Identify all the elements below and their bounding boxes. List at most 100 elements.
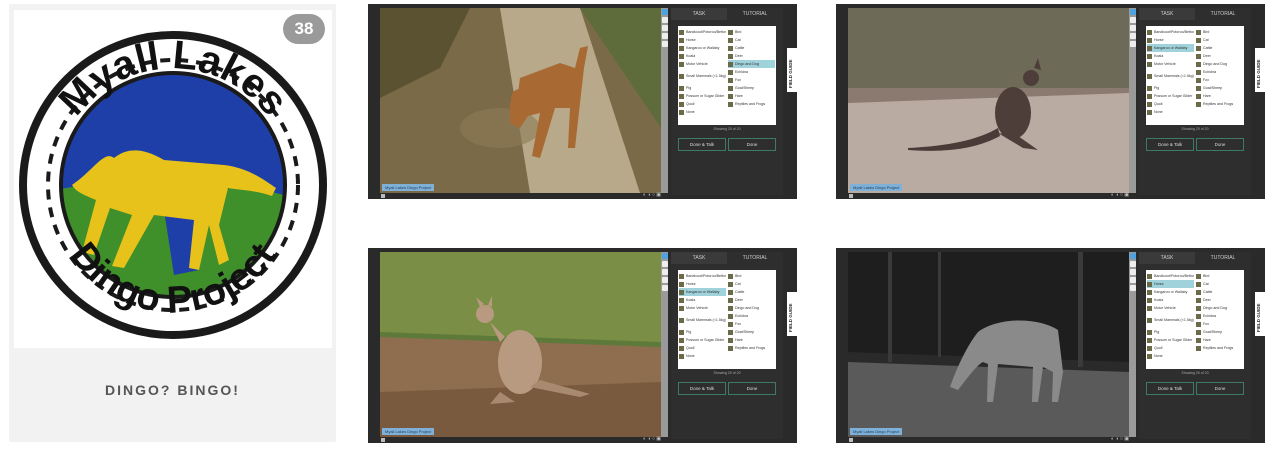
choice-item[interactable]: Echidna (728, 68, 775, 76)
choice-item[interactable]: Koala (1147, 296, 1194, 304)
zoom-in-icon[interactable] (661, 17, 668, 23)
rotate-icon[interactable] (661, 33, 668, 39)
camera-trap-photo[interactable]: Myall Lakes Dingo Project (380, 8, 661, 193)
zoom-out-icon[interactable] (661, 25, 668, 31)
choice-item[interactable]: Bandicoot/Potoroo/Bettong (1147, 272, 1194, 280)
camera-trap-photo[interactable]: Myall Lakes Dingo Project (848, 252, 1129, 437)
choice-item[interactable]: Bird (728, 272, 775, 280)
choice-item[interactable]: Hare (1196, 92, 1243, 100)
choice-item[interactable]: Hare (728, 336, 775, 344)
choice-item[interactable]: None (679, 352, 726, 360)
choice-item[interactable]: Horse (679, 280, 726, 288)
choice-item[interactable]: Fox (728, 76, 775, 84)
choice-item[interactable]: Deer (728, 52, 775, 60)
tab-task[interactable]: TASK (1139, 252, 1195, 264)
pointer-icon[interactable] (1129, 253, 1136, 259)
tab-task[interactable]: TASK (671, 252, 727, 264)
tab-tutorial[interactable]: TUTORIAL (727, 252, 783, 264)
zoom-out-icon[interactable] (1129, 269, 1136, 275)
choice-item[interactable]: Kangaroo or Wallaby (1147, 288, 1194, 296)
image-controls-icon[interactable]: ◐ ◑ ○ ▣ (1111, 192, 1129, 198)
choice-item[interactable]: Dingo and Dog (728, 60, 775, 68)
choice-item[interactable]: Goat/Sheep (1196, 328, 1243, 336)
choice-item[interactable]: Koala (679, 52, 726, 60)
choice-item[interactable]: Echidna (1196, 312, 1243, 320)
image-controls-icon[interactable]: ◐ ◑ ○ ▣ (1111, 436, 1129, 442)
choice-item[interactable]: Deer (1196, 52, 1243, 60)
choice-item[interactable]: Cattle (1196, 44, 1243, 52)
choice-item[interactable]: Bird (1196, 272, 1243, 280)
reset-icon[interactable] (1129, 41, 1136, 47)
zoom-in-icon[interactable] (661, 261, 668, 267)
reset-icon[interactable] (661, 41, 668, 47)
choice-item[interactable]: None (679, 108, 726, 116)
done-talk-button[interactable]: Done & Talk (1146, 138, 1194, 151)
choice-item[interactable]: Hare (728, 92, 775, 100)
choice-item[interactable]: Dingo and Dog (1196, 304, 1243, 312)
done-button[interactable]: Done (1196, 138, 1244, 151)
choice-item[interactable]: Small Mammals (<1.5kg) (679, 68, 726, 84)
choice-item[interactable]: Koala (679, 296, 726, 304)
field-guide-tab[interactable]: FIELD GUIDE (1255, 48, 1265, 92)
choice-item[interactable]: Reptiles and Frogs (1196, 344, 1243, 352)
choice-item[interactable]: Small Mammals (<1.5kg) (1147, 68, 1194, 84)
choice-item[interactable]: Pig (679, 328, 726, 336)
image-controls-icon[interactable]: ◐ ◑ ○ ▣ (643, 192, 661, 198)
choice-item[interactable]: Small Mammals (<1.5kg) (679, 312, 726, 328)
reset-icon[interactable] (661, 285, 668, 291)
pointer-icon[interactable] (661, 9, 668, 15)
choice-item[interactable]: Reptiles and Frogs (728, 344, 775, 352)
choice-item[interactable]: None (1147, 352, 1194, 360)
tab-tutorial[interactable]: TUTORIAL (727, 8, 783, 20)
done-talk-button[interactable]: Done & Talk (678, 138, 726, 151)
choice-item[interactable]: Reptiles and Frogs (728, 100, 775, 108)
tab-tutorial[interactable]: TUTORIAL (1195, 252, 1251, 264)
tab-tutorial[interactable]: TUTORIAL (1195, 8, 1251, 20)
choice-item[interactable]: Small Mammals (<1.5kg) (1147, 312, 1194, 328)
field-guide-tab[interactable]: FIELD GUIDE (787, 292, 797, 336)
camera-trap-photo[interactable]: Myall Lakes Dingo Project (380, 252, 661, 437)
choice-item[interactable]: Koala (1147, 52, 1194, 60)
choice-item[interactable]: Cattle (728, 44, 775, 52)
choice-item[interactable]: Echidna (728, 312, 775, 320)
choice-item[interactable]: Kangaroo or Wallaby (679, 288, 726, 296)
choice-item[interactable]: Fox (1196, 320, 1243, 328)
choice-item[interactable]: Possum or Sugar Glider (679, 336, 726, 344)
choice-item[interactable]: None (1147, 108, 1194, 116)
choice-item[interactable]: Quoll (1147, 344, 1194, 352)
choice-item[interactable]: Quoll (679, 344, 726, 352)
choice-item[interactable]: Dingo and Dog (728, 304, 775, 312)
field-guide-tab[interactable]: FIELD GUIDE (1255, 292, 1265, 336)
choice-item[interactable]: Cat (728, 280, 775, 288)
expand-icon[interactable] (849, 194, 853, 198)
choice-item[interactable]: Quoll (1147, 100, 1194, 108)
done-button[interactable]: Done (1196, 382, 1244, 395)
choice-item[interactable]: Deer (1196, 296, 1243, 304)
choice-item[interactable]: Deer (728, 296, 775, 304)
choice-item[interactable]: Fox (1196, 76, 1243, 84)
choice-item[interactable]: Cat (1196, 280, 1243, 288)
image-controls-icon[interactable]: ◐ ◑ ○ ▣ (643, 436, 661, 442)
pointer-icon[interactable] (1129, 9, 1136, 15)
rotate-icon[interactable] (1129, 33, 1136, 39)
tab-task[interactable]: TASK (1139, 8, 1195, 20)
choice-item[interactable]: Cattle (728, 288, 775, 296)
choice-item[interactable]: Goat/Sheep (728, 328, 775, 336)
choice-item[interactable]: Bird (1196, 28, 1243, 36)
choice-item[interactable]: Pig (1147, 84, 1194, 92)
choice-item[interactable]: Pig (679, 84, 726, 92)
choice-item[interactable]: Kangaroo or Wallaby (1147, 44, 1194, 52)
choice-item[interactable]: Hare (1196, 336, 1243, 344)
zoom-in-icon[interactable] (1129, 17, 1136, 23)
project-card[interactable]: Myall Lakes Dingo Project 38 DINGO? BING… (9, 4, 336, 442)
choice-item[interactable]: Bandicoot/Potoroo/Bettong (1147, 28, 1194, 36)
choice-item[interactable]: Motor Vehicle (1147, 304, 1194, 312)
expand-icon[interactable] (849, 438, 853, 442)
choice-item[interactable]: Possum or Sugar Glider (679, 92, 726, 100)
zoom-out-icon[interactable] (1129, 25, 1136, 31)
choice-item[interactable]: Bandicoot/Potoroo/Bettong (679, 272, 726, 280)
done-button[interactable]: Done (728, 138, 776, 151)
rotate-icon[interactable] (661, 277, 668, 283)
zoom-out-icon[interactable] (661, 269, 668, 275)
expand-icon[interactable] (381, 438, 385, 442)
